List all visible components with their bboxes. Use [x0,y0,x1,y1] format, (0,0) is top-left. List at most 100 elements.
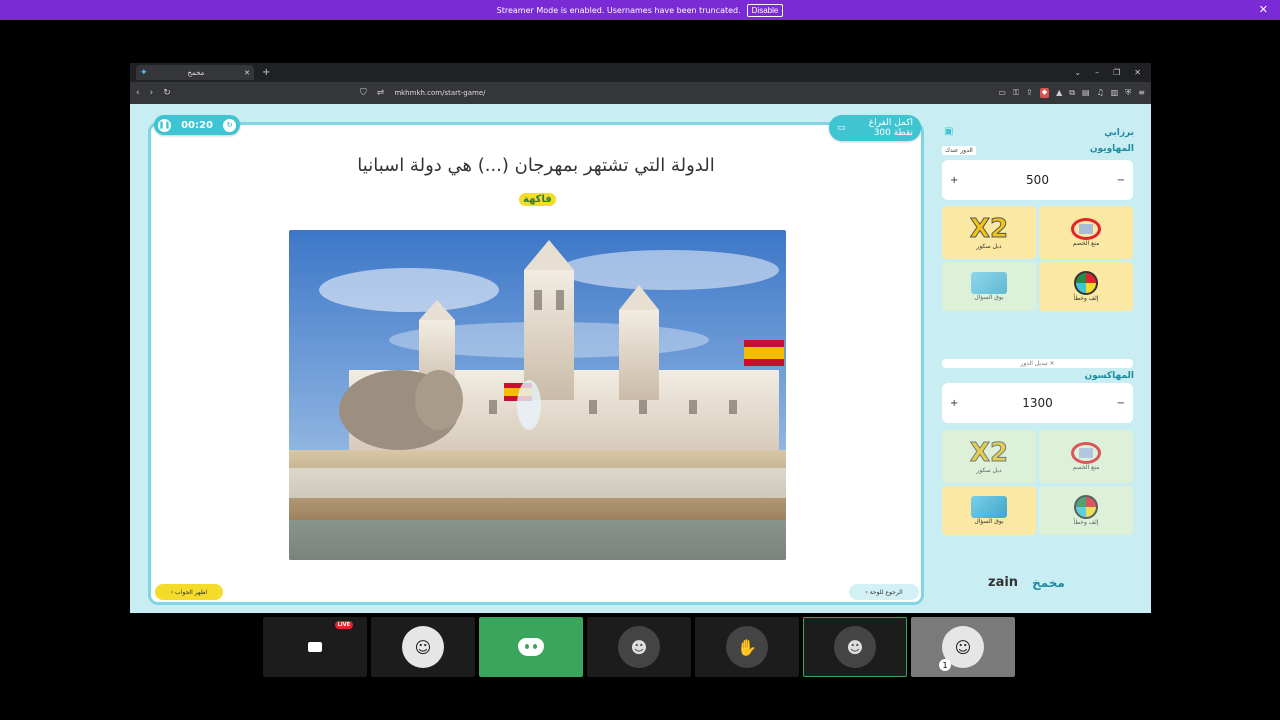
team1-tool-block[interactable]: منع الخصم [1039,206,1133,259]
timer: ❚❚ 00:20 ↻ [154,115,240,135]
team1-score: 500 [1026,173,1049,187]
team2-name: المهاكسون [1084,371,1134,381]
x2-icon: X2 [969,438,1009,468]
show-answer-label: اظهر الجواب [175,588,208,596]
tab-title: مخمخ [187,68,205,77]
bookmark-icon[interactable]: ⛉ [360,88,367,98]
team2-tool-wheel[interactable]: إلف وخطأ [1039,486,1133,535]
cards-icon [971,496,1007,518]
participants-bar: LIVE ☺ ☻ ✋ ☻ ☺ 1 [263,617,1015,677]
team1-plus-button[interactable]: + [950,175,958,186]
team2-tool-block[interactable]: منع الخصم [1039,430,1133,483]
vpn-icon[interactable]: ⛨ [1125,88,1131,98]
tool-label: إلف وخطأ [1073,295,1099,302]
tab-search-icon[interactable]: ⌄ [1074,68,1081,77]
site-info-icon[interactable]: ⇌ [377,88,385,98]
close-icon[interactable]: ✕ [1259,3,1268,16]
favicon-icon: ✦ [140,67,148,78]
wallet-icon[interactable]: ▤ [1082,88,1090,98]
reset-timer-icon[interactable]: ↻ [223,118,236,132]
tab-mkhmkh[interactable]: ✦ مخمخ ✕ [136,65,254,80]
participant-tile[interactable]: ☻ [587,617,691,677]
x2-icon: X2 [969,214,1009,244]
participant-tile-stream[interactable]: LIVE [263,617,367,677]
brave-shield-icon[interactable]: ◆ [1039,88,1050,98]
tool-label: بوق السؤال [974,294,1004,301]
tool-label: دبل سكور [976,243,1002,250]
game-page: ❚❚ 00:20 ↻ ▭ اكمل الفراغ 300 نقطة الدولة… [130,104,1151,613]
avatar: ☺ [402,626,444,668]
team1-tool-wheel[interactable]: إلف وخطأ [1039,262,1133,311]
category-pill: ▭ اكمل الفراغ 300 نقطة [829,115,921,141]
avatar: ☻ [834,626,876,668]
reload-icon[interactable]: ↻ [163,88,171,98]
participant-tile-speaking[interactable]: ☻ [803,617,907,677]
category-title: اكمل الفراغ [868,118,913,128]
team1-minus-button[interactable]: − [1117,175,1125,186]
tab-bar: ✦ مخمخ ✕ + ⌄ – ❐ ✕ [130,63,1151,82]
mkhmkh-logo: مخمخ [1032,575,1065,590]
tab-close-icon[interactable]: ✕ [244,69,250,77]
scoreboard-panel: ▣ برزابي المهاويون الدور عندك + 500 − X2… [936,122,1136,602]
participant-tile-discord[interactable] [479,617,583,677]
team1-tool-double[interactable]: X2 دبل سكور [942,206,1036,259]
avatar: ✋ [726,626,768,668]
extension-icon[interactable]: ⧉ [1069,88,1075,98]
switch-turn-button[interactable]: ✕ تبديل الدور [942,359,1133,368]
sidebar-icon[interactable]: ▥ [1111,88,1119,98]
new-tab-button[interactable]: + [262,67,270,78]
avatar: ☻ [618,626,660,668]
category-icon: ▭ [837,123,846,133]
disable-streamer-mode-button[interactable]: Disable [746,3,784,17]
live-badge: LIVE [334,621,353,629]
participant-tile[interactable]: ☺ 1 [911,617,1015,677]
streamer-mode-banner: Streamer Mode is enabled. Usernames have… [0,0,1280,20]
url-field[interactable]: mkhmkh.com/start-game/ [394,89,485,97]
question-text: الدولة التي تشتهر بمهرجان (...) هي دولة … [357,155,715,176]
participant-tile[interactable]: ✋ [695,617,799,677]
minimize-button[interactable]: – [1095,68,1099,77]
key-icon[interactable]: ⚿ [1013,88,1019,98]
address-bar: ‹ › ↻ ⛉ ⇌ mkhmkh.com/start-game/ ▭ ⚿ ⇪ ◆… [130,82,1151,104]
turn-badge: الدور عندك [942,146,976,155]
question-image [289,230,786,560]
team2-plus-button[interactable]: + [950,398,958,409]
team1-tools: X2 دبل سكور منع الخصم بوق السؤال إلف وخطأ [942,206,1133,311]
team1-name: المهاويون [1089,144,1134,154]
maximize-button[interactable]: ❐ [1113,68,1120,77]
back-to-board-button[interactable]: الرجوع للوحة ‹ [849,584,919,600]
cast-icon[interactable]: ▭ [998,88,1006,98]
team2-score-box: + 1300 − [942,383,1133,423]
question-card: ❚❚ 00:20 ↻ ▭ اكمل الفراغ 300 نقطة الدولة… [148,115,924,605]
menu-icon[interactable]: ≡ [1138,88,1145,98]
team1-score-box: + 500 − [942,160,1133,200]
window-controls: ⌄ – ❐ ✕ [1074,68,1145,77]
music-icon[interactable]: ♫ [1097,88,1104,98]
team2-minus-button[interactable]: − [1117,398,1125,409]
sponsor-logos: zain مخمخ [988,575,1065,590]
back-icon[interactable]: ‹ [136,88,140,98]
back-to-board-label: الرجوع للوحة [869,588,903,596]
team2-tool-call[interactable]: بوق السؤال [942,486,1036,535]
timer-value: 00:20 [181,119,213,131]
show-answer-button[interactable]: اظهر الجواب ‹ [155,584,223,600]
count-badge: 1 [939,659,951,671]
participant-tile[interactable]: ☺ [371,617,475,677]
pause-icon[interactable]: ❚❚ [158,118,171,132]
banner-text: Streamer Mode is enabled. Usernames have… [496,5,741,15]
category-points: 300 نقطة [873,128,913,138]
wheel-icon [1074,495,1098,519]
rewards-icon[interactable]: ▲ [1056,88,1062,98]
tool-label: إلف وخطأ [1073,519,1099,526]
cards-icon [971,272,1007,294]
close-window-button[interactable]: ✕ [1134,68,1141,77]
forward-icon[interactable]: › [150,88,154,98]
team2-tool-double[interactable]: X2 دبل سكور [942,430,1036,483]
wheel-icon [1074,271,1098,295]
share-icon[interactable]: ⇪ [1026,88,1033,98]
block-icon [1071,218,1101,240]
chevron-left-icon: ‹ [170,588,176,596]
team1-tool-call[interactable]: بوق السؤال [942,262,1036,311]
screen-share-icon [308,642,322,652]
app-name: برزابي [1104,128,1134,138]
